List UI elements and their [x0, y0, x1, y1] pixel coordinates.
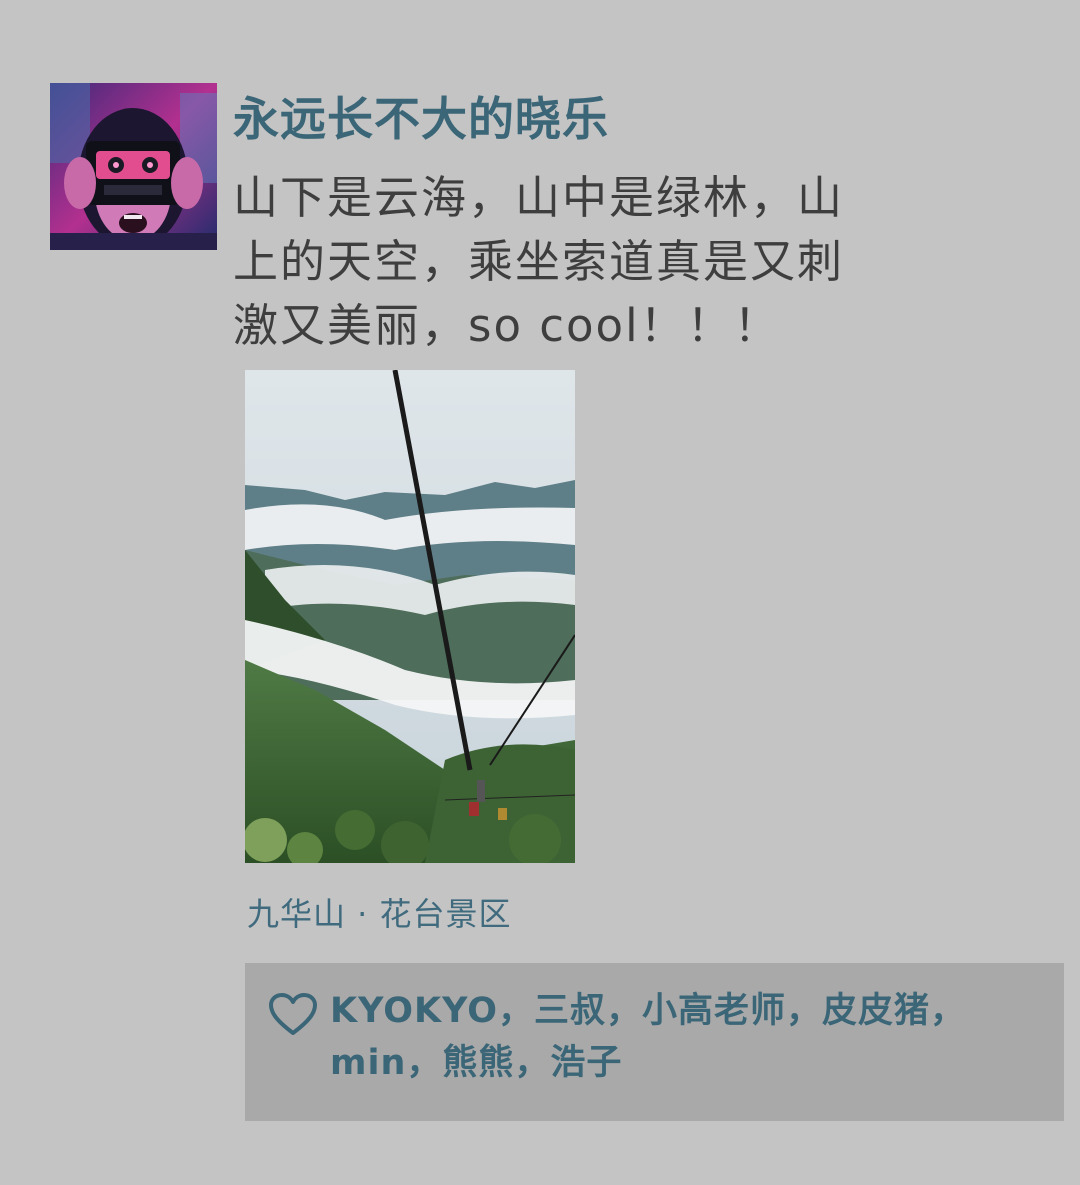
likes-line[interactable]: KYOKYO，三叔，小高老师，皮皮猪， — [330, 985, 1030, 1037]
post-text-line: 激又美丽，so cool！！！ — [233, 299, 781, 352]
author-name[interactable]: 永远长不大的晓乐 — [233, 88, 609, 150]
avatar[interactable] — [50, 83, 217, 250]
post-text-line: 山下是云海，山中是绿林，山 — [233, 171, 845, 224]
location-link[interactable]: 九华山 · 花台景区 — [247, 890, 512, 938]
post-text-line: 上的天空，乘坐索道真是又刺 — [233, 235, 845, 288]
likes-list: KYOKYO，三叔，小高老师，皮皮猪， min，熊熊，浩子 — [330, 985, 1030, 1089]
post-text: 山下是云海，山中是绿林，山 上的天空，乘坐索道真是又刺 激又美丽，so cool… — [233, 166, 953, 358]
likes-panel: KYOKYO，三叔，小高老师，皮皮猪， min，熊熊，浩子 — [245, 963, 1064, 1121]
heart-icon[interactable] — [267, 991, 319, 1037]
cable-car-photo — [245, 370, 575, 863]
likes-line[interactable]: min，熊熊，浩子 — [330, 1037, 1030, 1089]
post-photo[interactable] — [245, 370, 575, 863]
avatar-illustration — [50, 83, 217, 250]
